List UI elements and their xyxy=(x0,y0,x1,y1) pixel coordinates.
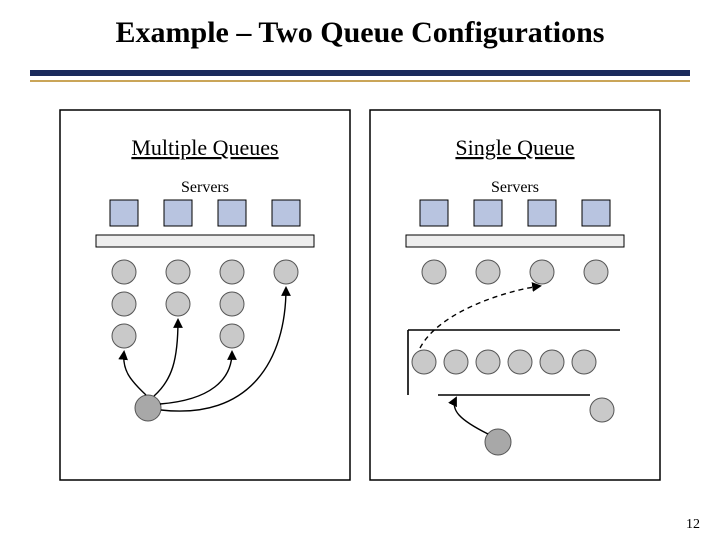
server-icon xyxy=(164,200,192,226)
arriving-customer-left xyxy=(135,395,161,421)
customer-icon xyxy=(220,324,244,348)
customer-icon xyxy=(444,350,468,374)
server-icon xyxy=(110,200,138,226)
customer-icon xyxy=(274,260,298,284)
customer-icon xyxy=(166,292,190,316)
customer-icon xyxy=(476,260,500,284)
server-icon xyxy=(218,200,246,226)
customer-icon xyxy=(112,324,136,348)
customer-icon xyxy=(540,350,564,374)
panel-border-left xyxy=(60,110,350,480)
customer-icon xyxy=(572,350,596,374)
counter-left xyxy=(96,235,314,247)
panel-multiple-queues: Multiple Queues Servers xyxy=(60,110,350,480)
customer-icon xyxy=(112,260,136,284)
choice-arrows xyxy=(124,288,286,411)
arrow-icon xyxy=(160,352,232,404)
single-line xyxy=(412,350,614,422)
customer-icon xyxy=(412,350,436,374)
panel-border-right xyxy=(370,110,660,480)
server-icon xyxy=(528,200,556,226)
server-icon xyxy=(474,200,502,226)
panel-title-right: Single Queue xyxy=(455,135,574,160)
customer-icon xyxy=(166,260,190,284)
dispatch-arrow-icon xyxy=(420,286,540,348)
panel-title-left: Multiple Queues xyxy=(131,135,278,160)
customer-icon xyxy=(220,292,244,316)
rule-top xyxy=(30,70,690,76)
page-number: 12 xyxy=(686,517,700,532)
customer-icon xyxy=(476,350,500,374)
served-row xyxy=(422,260,608,284)
customer-icon xyxy=(422,260,446,284)
server-icon xyxy=(582,200,610,226)
customer-icon xyxy=(530,260,554,284)
server-icon xyxy=(420,200,448,226)
arrow-icon xyxy=(124,352,146,395)
servers-left xyxy=(110,200,300,226)
slide-canvas: Example – Two Queue Configurations Multi… xyxy=(0,0,720,540)
counter-right xyxy=(406,235,624,247)
slide-title: Example – Two Queue Configurations xyxy=(116,16,605,49)
customer-icon xyxy=(508,350,532,374)
arrow-icon xyxy=(154,320,178,396)
customer-icon xyxy=(112,292,136,316)
arriving-customer-right xyxy=(485,429,511,455)
rule-bottom xyxy=(30,80,690,82)
servers-label-left: Servers xyxy=(181,179,229,196)
server-icon xyxy=(272,200,300,226)
customer-icon xyxy=(584,260,608,284)
servers-label-right: Servers xyxy=(491,179,539,196)
customer-icon xyxy=(220,260,244,284)
queues-left xyxy=(112,260,298,348)
servers-right xyxy=(420,200,610,226)
panel-single-queue: Single Queue Servers xyxy=(370,110,660,480)
join-arrow-icon xyxy=(454,398,488,434)
customer-icon xyxy=(590,398,614,422)
